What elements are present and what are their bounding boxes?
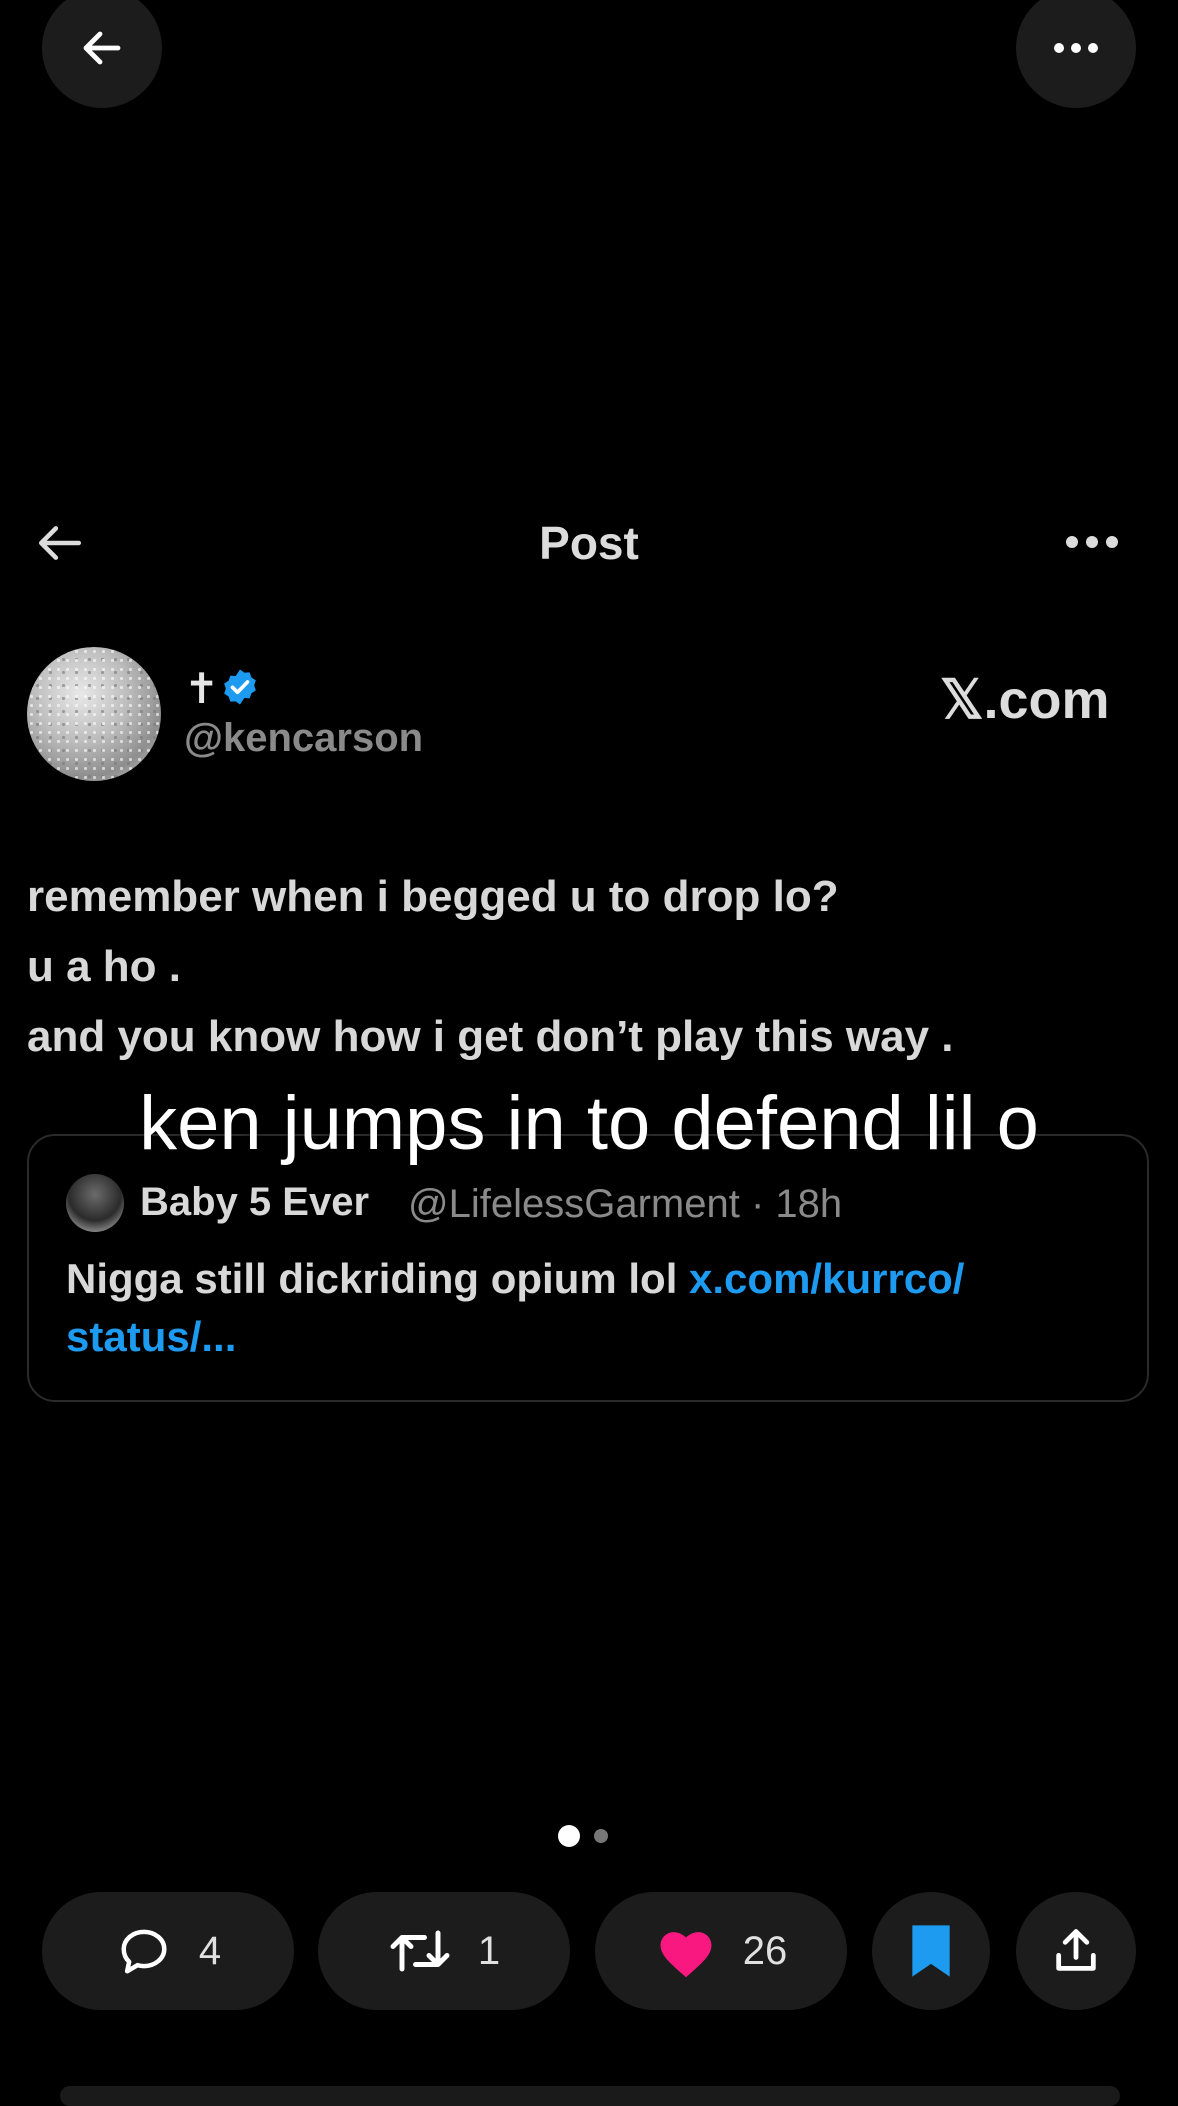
page-dot	[594, 1829, 608, 1843]
home-indicator	[60, 2086, 1120, 2106]
more-horizontal-icon	[1066, 536, 1118, 548]
back-button[interactable]	[42, 0, 162, 108]
post-more-button[interactable]	[1060, 520, 1124, 564]
repost-icon	[390, 1930, 450, 1972]
heart-icon	[660, 1932, 712, 1978]
tweet-line: remember when i begged u to drop lo?	[27, 872, 839, 921]
quoted-display-name: Baby 5 Ever	[140, 1180, 370, 1224]
quoted-text: Nigga still dickriding opium lol x.com/k…	[66, 1250, 1106, 1366]
post-title: Post	[539, 517, 639, 569]
page-dot-active	[558, 1825, 580, 1847]
reply-icon	[121, 1929, 167, 1974]
quoted-handle-time: @LifelessGarment · 18h	[408, 1182, 843, 1226]
bookmark-icon	[912, 1925, 950, 1977]
bookmark-button[interactable]	[872, 1892, 990, 2010]
verified-badge-icon	[220, 667, 260, 707]
tweet-text: remember when i begged u to drop lo? u a…	[27, 862, 1147, 1072]
more-options-button[interactable]	[1016, 0, 1136, 108]
tweet-line: and you know how i get don’t play this w…	[27, 1012, 954, 1061]
share-button[interactable]	[1016, 1892, 1136, 2010]
author-handle[interactable]: @kencarson	[184, 716, 423, 761]
repost-count: 1	[477, 1928, 501, 1973]
share-icon	[1056, 1929, 1096, 1971]
like-count: 26	[742, 1928, 788, 1973]
author-display-name: ✝	[184, 665, 220, 712]
quoted-avatar[interactable]	[66, 1174, 124, 1232]
arrow-left-icon	[83, 31, 121, 65]
more-horizontal-icon	[1054, 43, 1098, 53]
quoted-body: Nigga still dickriding opium lol	[66, 1255, 690, 1302]
overlay-caption: ken jumps in to defend lil o	[139, 1081, 1039, 1166]
repost-button[interactable]: 1	[318, 1892, 570, 2010]
x-watermark: 𝕏.com	[940, 670, 1110, 730]
tweet-line: u a ho .	[27, 942, 181, 991]
carousel-indicator	[558, 1824, 618, 1848]
reply-button[interactable]: 4	[42, 1892, 294, 2010]
author-avatar[interactable]	[27, 647, 161, 781]
reply-count: 4	[198, 1928, 222, 1973]
like-button[interactable]: 26	[595, 1892, 847, 2010]
